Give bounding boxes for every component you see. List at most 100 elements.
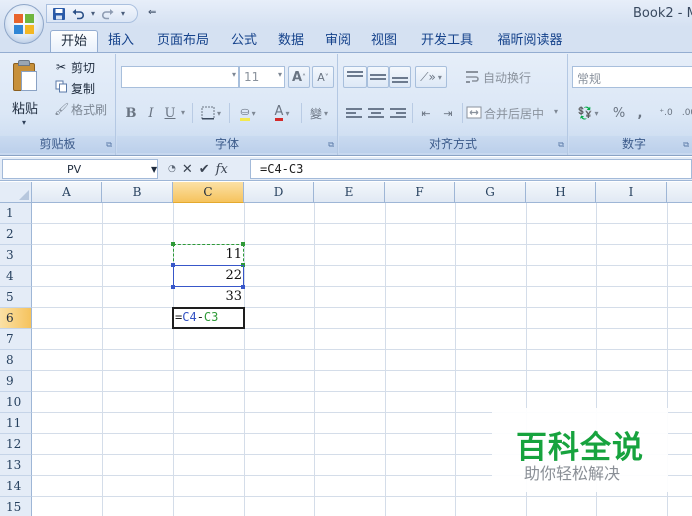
align-center-button[interactable]: [365, 102, 387, 124]
row-header-3[interactable]: 3: [0, 245, 32, 266]
column-header-b[interactable]: B: [102, 182, 173, 203]
select-all-button[interactable]: [0, 182, 32, 203]
font-color-icon: A: [274, 104, 284, 121]
row-header-4[interactable]: 4: [0, 266, 32, 287]
shrink-font-button[interactable]: A ˅: [312, 66, 334, 88]
phonetic-button[interactable]: 變 ▾: [305, 102, 333, 124]
font-size-combo[interactable]: 11 ▾: [239, 66, 285, 88]
cut-button[interactable]: ✂ 剪切: [54, 58, 95, 76]
tab-insert[interactable]: 插入: [103, 30, 139, 52]
row-header-9[interactable]: 9: [0, 371, 32, 392]
row-header-13[interactable]: 13: [0, 455, 32, 476]
align-right-icon: [390, 107, 406, 119]
row-header-12[interactable]: 12: [0, 434, 32, 455]
wrap-text-button[interactable]: 自动换行: [465, 67, 557, 87]
save-icon[interactable]: [51, 6, 67, 21]
customize-toolbar-icon[interactable]: ⇐: [148, 7, 156, 18]
wrap-text-label: 自动换行: [483, 71, 532, 85]
tab-foxit-reader[interactable]: 福昕阅读器: [490, 30, 570, 52]
paste-dropdown-icon[interactable]: ▾: [22, 118, 26, 127]
column-header-c[interactable]: C: [173, 182, 244, 203]
accounting-format-button[interactable]: 💱 ▾: [573, 102, 603, 124]
alignment-launcher-icon[interactable]: ⧉: [558, 140, 564, 150]
title-bar: ▾ ▾ ⇐ Book2 - M: [0, 0, 692, 27]
number-format-combo[interactable]: 常规: [572, 66, 692, 88]
column-header-a[interactable]: A: [32, 182, 102, 203]
decrease-decimal-icon: .00: [681, 108, 692, 118]
tab-page-layout[interactable]: 页面布局: [150, 30, 216, 52]
font-launcher-icon[interactable]: ⧉: [328, 140, 334, 150]
row-header-6[interactable]: 6: [0, 308, 32, 329]
row-header-8[interactable]: 8: [0, 350, 32, 371]
underline-dropdown-icon[interactable]: ▾: [181, 108, 185, 117]
row-header-7[interactable]: 7: [0, 329, 32, 350]
tab-developer[interactable]: 开发工具: [414, 30, 480, 52]
row-header-1[interactable]: 1: [0, 203, 32, 224]
column-header-f[interactable]: F: [385, 182, 455, 203]
tab-home[interactable]: 开始: [50, 30, 98, 52]
enter-icon[interactable]: ✔: [199, 162, 210, 177]
office-button[interactable]: [4, 4, 44, 44]
row-header-14[interactable]: 14: [0, 476, 32, 497]
percent-button[interactable]: %: [607, 102, 631, 124]
align-left-button[interactable]: [343, 102, 365, 124]
font-name-combo[interactable]: ▾: [121, 66, 239, 88]
row-header-11[interactable]: 11: [0, 413, 32, 434]
row-header-15[interactable]: 15: [0, 497, 32, 516]
comma-style-button[interactable]: ,: [631, 102, 649, 124]
name-box-dropdown-icon[interactable]: ▼: [151, 165, 157, 174]
italic-button[interactable]: I: [142, 102, 160, 124]
increase-decimal-button[interactable]: ⁺.0: [653, 102, 679, 124]
bold-button[interactable]: B: [121, 102, 141, 124]
column-header-e[interactable]: E: [314, 182, 385, 203]
editing-cell-c6[interactable]: =C4-C3: [172, 307, 245, 329]
formula-input[interactable]: =C4-C3: [250, 159, 692, 179]
clipboard-launcher-icon[interactable]: ⧉: [106, 140, 112, 150]
column-header-d[interactable]: D: [244, 182, 314, 203]
undo-icon[interactable]: [70, 6, 86, 21]
tab-view[interactable]: 视图: [366, 30, 402, 52]
row-header-10[interactable]: 10: [0, 392, 32, 413]
font-size-dropdown-icon[interactable]: ▾: [278, 70, 282, 79]
quick-access-toolbar: ▾ ▾: [46, 4, 138, 23]
tab-review[interactable]: 审阅: [320, 30, 356, 52]
formula-ref-c3: C3: [203, 310, 219, 324]
redo-icon[interactable]: [100, 6, 116, 21]
copy-button[interactable]: 复制: [54, 79, 95, 97]
column-header-j[interactable]: [667, 182, 692, 203]
redo-dropdown-icon[interactable]: ▾: [119, 9, 127, 18]
align-top-button[interactable]: [343, 66, 367, 88]
paste-button[interactable]: 粘贴 ▾: [2, 56, 48, 132]
column-header-i[interactable]: I: [596, 182, 667, 203]
row-header-5[interactable]: 5: [0, 287, 32, 308]
column-header-h[interactable]: H: [526, 182, 596, 203]
merge-center-button[interactable]: 合并后居中 ▾: [466, 103, 566, 123]
align-middle-button[interactable]: [367, 66, 389, 88]
tab-formulas[interactable]: 公式: [226, 30, 262, 52]
decrease-indent-button[interactable]: ⇤: [415, 102, 437, 124]
cancel-icon[interactable]: ✕: [182, 162, 193, 177]
border-icon: [201, 106, 215, 120]
orientation-button[interactable]: ⟋» ▾: [415, 66, 447, 88]
row-header-2[interactable]: 2: [0, 224, 32, 245]
border-button[interactable]: ▾: [197, 102, 225, 124]
fill-color-button[interactable]: ⛀ ▾: [233, 102, 263, 124]
align-bottom-icon: [392, 71, 408, 83]
decrease-decimal-button[interactable]: .00: [679, 102, 692, 124]
font-name-dropdown-icon[interactable]: ▾: [232, 70, 236, 79]
insert-function-icon[interactable]: fx: [216, 162, 228, 177]
cell-c5[interactable]: 33: [173, 287, 244, 307]
align-bottom-button[interactable]: [389, 66, 411, 88]
column-header-g[interactable]: G: [455, 182, 526, 203]
format-painter-button[interactable]: 🖌 格式刷: [54, 100, 107, 118]
increase-indent-button[interactable]: ⇥: [437, 102, 459, 124]
clipboard-group-label: 剪贴板: [0, 136, 115, 153]
undo-dropdown-icon[interactable]: ▾: [89, 9, 97, 18]
grow-font-button[interactable]: A ˄: [288, 66, 310, 88]
name-box[interactable]: PV ▼: [2, 159, 158, 179]
number-launcher-icon[interactable]: ⧉: [683, 140, 689, 150]
align-right-button[interactable]: [387, 102, 409, 124]
font-color-button[interactable]: A ▾: [267, 102, 297, 124]
underline-button[interactable]: U: [161, 102, 179, 124]
tab-data[interactable]: 数据: [273, 30, 309, 52]
